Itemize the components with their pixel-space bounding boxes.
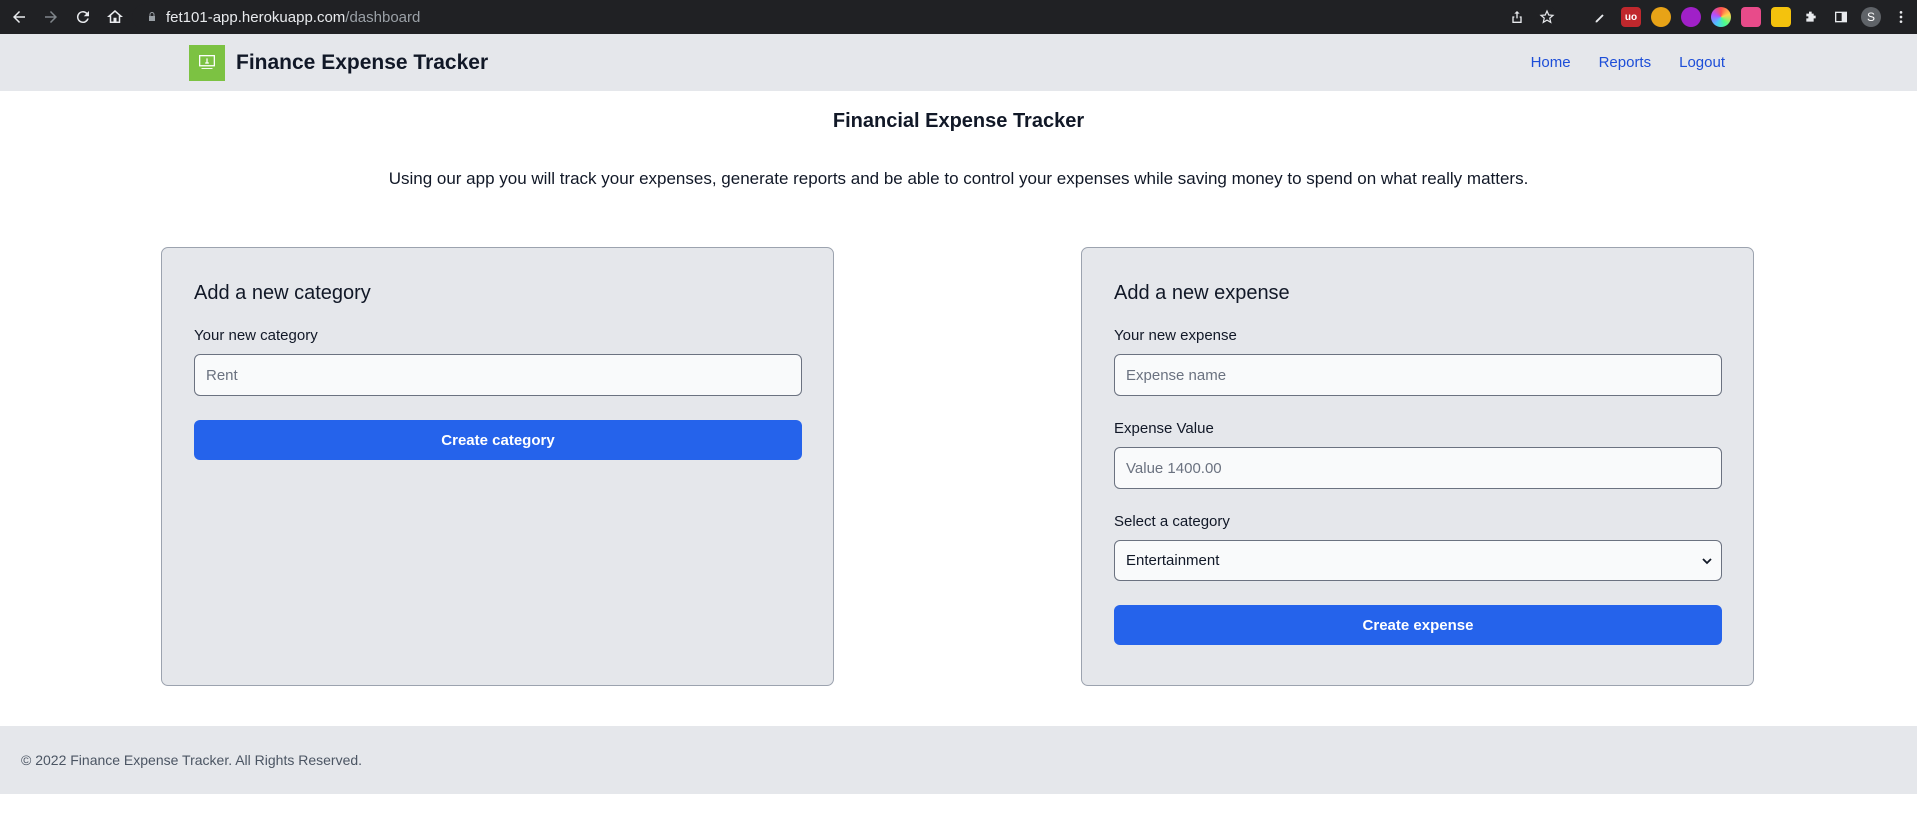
category-select[interactable]: Entertainment <box>1114 540 1722 581</box>
create-category-button[interactable]: Create category <box>194 420 802 460</box>
app-header: Finance Expense Tracker Home Reports Log… <box>0 34 1917 91</box>
footer-text: © 2022 Finance Expense Tracker. All Righ… <box>21 752 363 768</box>
honey-extension-icon[interactable] <box>1651 7 1671 27</box>
nav-logout-link[interactable]: Logout <box>1679 54 1725 71</box>
category-card-heading: Add a new category <box>194 282 371 304</box>
category-field-label: Your new category <box>194 327 318 344</box>
intro-text: Using our app you will track your expens… <box>388 169 1529 188</box>
category-card: Add a new category Your new category Cre… <box>161 247 834 686</box>
extension-row: uo S <box>1507 6 1911 28</box>
purple-extension-icon[interactable] <box>1681 7 1701 27</box>
page-title: Financial Expense Tracker <box>832 110 1085 132</box>
expense-value-input[interactable] <box>1114 447 1722 489</box>
chevron-down-icon <box>1702 557 1712 564</box>
category-select-label: Select a category <box>1114 513 1230 530</box>
forward-icon[interactable] <box>40 6 62 28</box>
share-icon[interactable] <box>1507 7 1527 27</box>
menu-dots-icon[interactable] <box>1891 7 1911 27</box>
browser-toolbar: fet101-app.herokuapp.com/dashboard uo S <box>0 0 1917 34</box>
category-select-value: Entertainment <box>1126 552 1220 569</box>
url-path: /dashboard <box>345 8 421 26</box>
lock-icon <box>149 12 155 21</box>
category-input[interactable] <box>194 354 802 396</box>
divider-icon <box>1567 7 1581 27</box>
footer: © 2022 Finance Expense Tracker. All Righ… <box>0 726 1917 794</box>
main-nav: Home Reports Logout <box>1503 54 1725 71</box>
color-extension-icon[interactable] <box>1711 7 1731 27</box>
expense-value-label: Expense Value <box>1114 420 1214 437</box>
profile-avatar[interactable]: S <box>1861 7 1881 27</box>
brand-title: Finance Expense Tracker <box>236 51 489 74</box>
address-bar[interactable]: fet101-app.herokuapp.com/dashboard <box>132 4 1557 30</box>
pen-extension-icon[interactable] <box>1591 7 1611 27</box>
nav-reports-link[interactable]: Reports <box>1599 54 1652 71</box>
back-icon[interactable] <box>8 6 30 28</box>
puzzle-extensions-icon[interactable] <box>1801 7 1821 27</box>
brand[interactable]: Finance Expense Tracker <box>189 45 488 81</box>
bookmark-star-icon[interactable] <box>1537 7 1557 27</box>
url-host: fet101-app.herokuapp.com <box>166 8 346 26</box>
yellow-extension-icon[interactable] <box>1771 7 1791 27</box>
home-icon[interactable] <box>104 6 126 28</box>
reload-icon[interactable] <box>72 6 94 28</box>
nav-home-link[interactable]: Home <box>1531 54 1571 71</box>
expense-name-input[interactable] <box>1114 354 1722 396</box>
logo-icon <box>189 45 225 81</box>
ublock-extension-icon[interactable]: uo <box>1621 7 1641 27</box>
expense-name-label: Your new expense <box>1114 327 1237 344</box>
video-extension-icon[interactable] <box>1741 7 1761 27</box>
create-expense-button[interactable]: Create expense <box>1114 605 1722 645</box>
expense-card-heading: Add a new expense <box>1114 282 1290 304</box>
side-panel-icon[interactable] <box>1831 7 1851 27</box>
expense-card: Add a new expense Your new expense Expen… <box>1081 247 1754 686</box>
